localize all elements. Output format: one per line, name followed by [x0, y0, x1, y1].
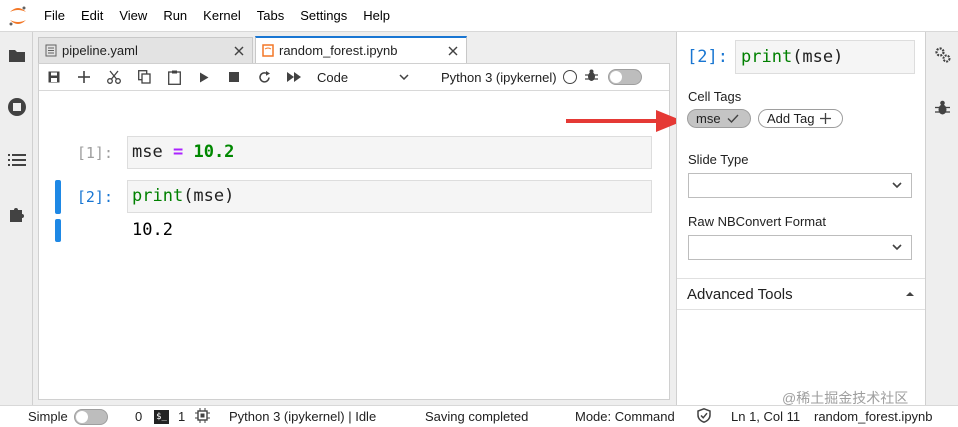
cursor-position[interactable]: Ln 1, Col 11 — [731, 409, 800, 424]
kernel-chip-icon — [195, 408, 210, 426]
status-bar: Simple 0 $_ 1 Python 3 (ipykernel) | Idl… — [0, 405, 958, 427]
code-variable: mse — [132, 142, 163, 162]
trusted-shield-icon[interactable] — [697, 408, 711, 426]
code-number: 10.2 — [193, 142, 235, 162]
kernels-count[interactable]: 1 — [178, 409, 185, 424]
fast-forward-icon[interactable] — [279, 64, 309, 91]
menu-tabs[interactable]: Tabs — [249, 0, 292, 32]
tab-pipeline-yaml[interactable]: pipeline.yaml — [38, 37, 253, 63]
raw-format-label: Raw NBConvert Format — [688, 214, 826, 229]
property-inspector: [2]: print(mse) Cell Tags mse Add Tag Sl… — [676, 32, 925, 405]
tag-label: mse — [696, 111, 721, 126]
save-status: Saving completed — [425, 409, 529, 424]
tag-mse[interactable]: mse — [687, 109, 751, 128]
folder-icon[interactable] — [0, 41, 33, 69]
active-cell-preview: [2]: print(mse) — [687, 40, 915, 74]
cell-type-value: Code — [317, 69, 349, 85]
raw-format-select[interactable] — [688, 235, 912, 260]
notebook-icon — [262, 44, 274, 57]
code-args: (mse) — [183, 186, 235, 206]
tab-label: random_forest.ipynb — [279, 43, 398, 58]
code-cell-input[interactable]: print(mse) — [127, 180, 652, 213]
chevron-down-icon — [892, 182, 902, 189]
debugger-toggle[interactable] — [607, 69, 642, 85]
tab-random-forest-ipynb[interactable]: random_forest.ipynb — [255, 36, 467, 63]
save-icon[interactable] — [39, 64, 69, 91]
menu-bar: File Edit View Run Kernel Tabs Settings … — [0, 0, 958, 32]
menu-view[interactable]: View — [111, 0, 155, 32]
slide-type-label: Slide Type — [688, 152, 749, 167]
cell-prompt: [2]: — [687, 47, 728, 67]
code-function: print — [741, 47, 793, 67]
tab-label: pipeline.yaml — [62, 43, 138, 58]
code-function: print — [132, 186, 184, 206]
simple-mode-label: Simple — [28, 409, 68, 424]
add-cell-icon[interactable] — [69, 64, 99, 91]
paste-icon[interactable] — [159, 64, 189, 91]
close-icon[interactable] — [446, 44, 460, 58]
kernel-name[interactable]: Python 3 (ipykernel) — [441, 70, 557, 85]
tab-bar: pipeline.yaml random_forest.ipynb — [33, 32, 676, 63]
left-sidebar — [0, 32, 33, 405]
menu-edit[interactable]: Edit — [73, 0, 111, 32]
check-icon — [727, 114, 739, 123]
code-cell-input[interactable]: mse = 10.2 — [127, 136, 652, 169]
add-tag-label: Add Tag — [767, 111, 815, 126]
active-cell-bar[interactable] — [55, 180, 61, 214]
advanced-tools-label: Advanced Tools — [687, 285, 793, 303]
cell-prompt: [1]: — [76, 144, 113, 162]
cell-prompt: [2]: — [76, 188, 113, 206]
running-icon[interactable] — [0, 93, 33, 121]
notebook-toolbar: Code Python 3 (ipykernel) — [39, 64, 669, 91]
cut-icon[interactable] — [99, 64, 129, 91]
main-area: pipeline.yaml random_forest.ipynb Code P… — [33, 32, 676, 405]
copy-icon[interactable] — [129, 64, 159, 91]
output-bar[interactable] — [55, 219, 61, 242]
file-text-icon — [45, 44, 57, 57]
plus-icon — [820, 113, 832, 124]
menu-run[interactable]: Run — [155, 0, 195, 32]
debugger-icon[interactable] — [926, 94, 958, 122]
close-icon[interactable] — [232, 44, 246, 58]
slide-type-select[interactable] — [688, 173, 912, 198]
current-filename: random_forest.ipynb — [814, 409, 933, 424]
menu-kernel[interactable]: Kernel — [195, 0, 249, 32]
restart-icon[interactable] — [249, 64, 279, 91]
run-icon[interactable] — [189, 64, 219, 91]
cell-tags-label: Cell Tags — [688, 89, 742, 104]
code-args: (mse) — [792, 47, 844, 67]
property-inspector-icon[interactable] — [926, 41, 958, 69]
debugger-icon[interactable] — [584, 69, 598, 85]
kernel-status-icon — [562, 70, 577, 84]
stop-icon[interactable] — [219, 64, 249, 91]
code-operator: = — [172, 142, 184, 162]
notebook-mode: Mode: Command — [575, 409, 675, 424]
cell-preview-input: print(mse) — [735, 40, 915, 74]
menu-file[interactable]: File — [36, 0, 73, 32]
advanced-tools-section[interactable]: Advanced Tools — [677, 278, 925, 310]
right-sidebar — [925, 32, 958, 405]
toc-icon[interactable] — [0, 146, 33, 174]
terminals-count[interactable]: 0 — [135, 409, 142, 424]
simple-mode-toggle[interactable] — [74, 409, 108, 425]
extension-icon[interactable] — [0, 200, 33, 228]
annotation-arrow-icon — [566, 110, 683, 132]
add-tag-button[interactable]: Add Tag — [758, 109, 843, 128]
terminal-icon: $_ — [154, 410, 169, 424]
caret-up-icon — [906, 292, 914, 296]
jupyter-logo-icon[interactable] — [0, 0, 36, 32]
menu-settings[interactable]: Settings — [292, 0, 355, 32]
chevron-down-icon — [892, 244, 902, 251]
menu-help[interactable]: Help — [355, 0, 398, 32]
cell-output: 10.2 — [132, 220, 173, 240]
cell-type-dropdown[interactable]: Code — [317, 70, 409, 85]
chevron-down-icon — [399, 74, 409, 80]
kernel-status[interactable]: Python 3 (ipykernel) | Idle — [229, 409, 376, 424]
